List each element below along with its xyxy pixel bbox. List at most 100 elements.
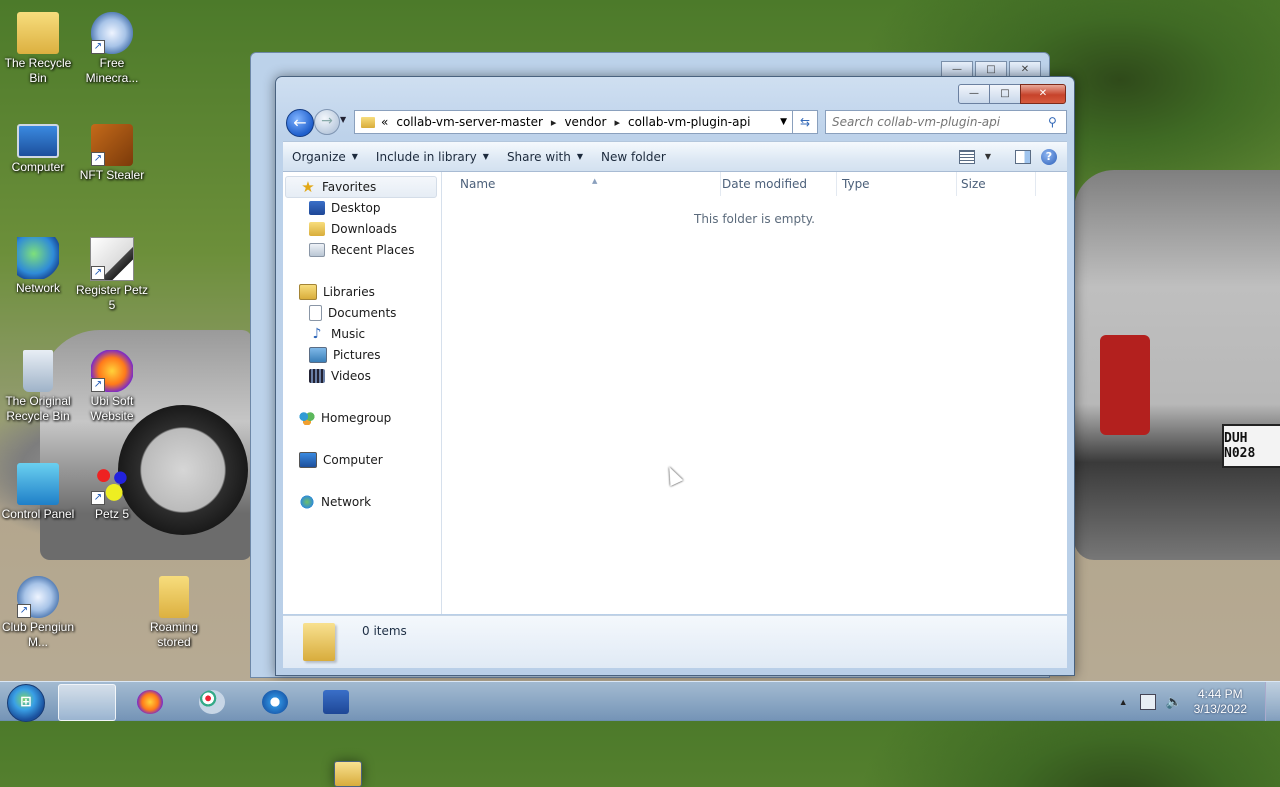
chevron-down-icon: ▼ bbox=[482, 152, 489, 161]
firefox-icon bbox=[137, 689, 163, 714]
desktop-icon bbox=[309, 201, 325, 215]
taskbar-windows-explorer[interactable] bbox=[58, 684, 362, 787]
shortcut-arrow-icon: ↗ bbox=[91, 40, 105, 54]
taskbar: ⊞ ▲ 🔈 4:44 PM 3/13/2022 bbox=[0, 681, 1280, 787]
star-icon: ★ bbox=[301, 178, 315, 196]
gear-shortcut-icon: ↗ bbox=[91, 12, 133, 54]
include-in-library-button[interactable]: Include in library ▼ bbox=[367, 142, 498, 171]
nav-item-homegroup[interactable]: Homegroup bbox=[299, 408, 391, 428]
column-header-label: Size bbox=[961, 177, 986, 191]
address-dropdown-icon[interactable]: ▼ bbox=[780, 117, 787, 127]
taskbar-paint[interactable] bbox=[184, 684, 240, 719]
desktop-icon-original-recycle-bin[interactable]: The Original Recycle Bin bbox=[0, 350, 76, 424]
desktop-icon-register-petz[interactable]: ↗ Register Petz 5 bbox=[74, 237, 150, 313]
show-desktop-button[interactable] bbox=[1265, 682, 1280, 721]
desktop-icon-free-minecraft[interactable]: ↗ Free Minecra... bbox=[74, 12, 150, 86]
show-hidden-icons-icon[interactable]: ▲ bbox=[1119, 697, 1128, 707]
search-box[interactable]: ⚲ bbox=[825, 110, 1067, 134]
arrow-right-icon: → bbox=[321, 113, 333, 129]
network-icon bbox=[17, 237, 59, 279]
explorer-window[interactable]: — □ ✕ ← → ▼ « collab-vm-server-master ▸ … bbox=[275, 76, 1075, 676]
change-view-icon[interactable] bbox=[958, 149, 975, 164]
start-button[interactable]: ⊞ bbox=[7, 684, 45, 722]
desktop-icon-computer[interactable]: Computer bbox=[0, 124, 76, 175]
desktop-icon-label: Computer bbox=[11, 160, 65, 174]
file-list[interactable]: ▲ Name Date modified Type Size This folde… bbox=[442, 172, 1067, 614]
wallpaper-license-plate: DUH N028 bbox=[1222, 424, 1280, 468]
folder-icon bbox=[361, 116, 375, 128]
new-folder-button[interactable]: New folder bbox=[592, 142, 675, 171]
nav-item-music[interactable]: ♪ Music bbox=[309, 324, 366, 344]
taskbar-internet-explorer[interactable] bbox=[247, 684, 303, 719]
desktop-icon-the-recycle-bin[interactable]: The Recycle Bin bbox=[0, 12, 76, 86]
folder-icon bbox=[303, 623, 335, 661]
refresh-button[interactable]: ⇆ bbox=[792, 110, 818, 134]
clock[interactable]: 4:44 PM 3/13/2022 bbox=[1194, 687, 1247, 717]
column-header-date-modified[interactable]: Date modified bbox=[716, 172, 837, 196]
chevron-right-icon[interactable]: ▸ bbox=[614, 116, 620, 129]
desktop-icon-network[interactable]: Network bbox=[0, 237, 76, 296]
breadcrumb-collab-vm-server-master[interactable]: collab-vm-server-master bbox=[396, 115, 543, 129]
view-dropdown-icon[interactable]: ▼ bbox=[985, 152, 991, 161]
desktop-icon-label: Petz 5 bbox=[94, 507, 130, 521]
nav-item-downloads[interactable]: Downloads bbox=[309, 219, 397, 239]
taskbar-firefox[interactable] bbox=[122, 684, 178, 719]
column-header-type[interactable]: Type bbox=[836, 172, 957, 196]
share-with-button[interactable]: Share with ▼ bbox=[498, 142, 592, 171]
breadcrumb-collab-vm-plugin-api[interactable]: collab-vm-plugin-api bbox=[628, 115, 750, 129]
back-button[interactable]: ← bbox=[286, 109, 314, 137]
nav-item-favorites[interactable]: ★ Favorites bbox=[285, 176, 437, 198]
column-header-name[interactable]: ▲ Name bbox=[454, 172, 721, 196]
nav-item-computer[interactable]: Computer bbox=[299, 450, 383, 470]
recent-places-icon bbox=[309, 243, 325, 257]
window-caption-buttons: — □ ✕ bbox=[958, 84, 1066, 104]
maximize-button[interactable]: □ bbox=[989, 84, 1021, 104]
nft-stealer-icon: ↗ bbox=[91, 124, 133, 166]
organize-button[interactable]: Organize ▼ bbox=[283, 142, 367, 171]
nav-item-videos[interactable]: Videos bbox=[309, 366, 371, 386]
column-header-label: Date modified bbox=[722, 177, 808, 191]
nav-item-label: Computer bbox=[323, 453, 383, 467]
nav-item-label: Network bbox=[321, 495, 372, 509]
recent-pages-dropdown[interactable]: ▼ bbox=[340, 115, 346, 124]
forward-button[interactable]: → bbox=[314, 109, 340, 135]
desktop-icon-petz-5[interactable]: ↗ Petz 5 bbox=[74, 463, 150, 522]
close-button[interactable]: ✕ bbox=[1020, 84, 1066, 104]
network-icon bbox=[299, 495, 315, 509]
desktop-icon-label: Register Petz 5 bbox=[75, 283, 149, 312]
desktop-icon-control-panel[interactable]: Control Panel bbox=[0, 463, 76, 522]
desktop-icon-roaming-stored[interactable]: Roaming stored bbox=[136, 576, 212, 650]
preview-pane-icon[interactable] bbox=[1015, 149, 1031, 164]
desktop-icon-label: Network bbox=[15, 281, 60, 295]
minimize-button[interactable]: — bbox=[958, 84, 990, 104]
internet-explorer-icon bbox=[262, 689, 288, 714]
column-header-size[interactable]: Size bbox=[955, 172, 1036, 196]
nav-item-libraries[interactable]: Libraries bbox=[299, 282, 375, 302]
search-icon[interactable]: ⚲ bbox=[1048, 115, 1057, 129]
nav-item-pictures[interactable]: Pictures bbox=[309, 345, 381, 365]
command-bar-right: ▼ ? bbox=[958, 148, 1057, 165]
search-input[interactable] bbox=[826, 114, 1046, 130]
desktop-icon-ubi-soft-website[interactable]: ↗ Ubi Soft Website bbox=[74, 350, 150, 424]
chevron-right-icon[interactable]: ▸ bbox=[551, 116, 557, 129]
speaker-icon[interactable]: 🔈 bbox=[1166, 694, 1182, 709]
gear-shortcut-icon: ↗ bbox=[17, 576, 59, 618]
nav-item-desktop[interactable]: Desktop bbox=[309, 198, 381, 218]
address-overflow-chevron[interactable]: « bbox=[381, 115, 388, 129]
nav-item-recent-places[interactable]: Recent Places bbox=[309, 240, 414, 260]
column-header-label: Name bbox=[460, 177, 496, 191]
register-petz-icon: ↗ bbox=[90, 237, 134, 281]
windows-explorer-icon bbox=[334, 761, 362, 787]
desktop-icon-club-penguin[interactable]: ↗ Club Pengiun M... bbox=[0, 576, 76, 650]
nav-item-documents[interactable]: Documents bbox=[309, 303, 396, 323]
desktop-icon-label: Free Minecra... bbox=[85, 56, 139, 85]
help-icon[interactable]: ? bbox=[1041, 148, 1057, 165]
desktop-icon-nft-stealer[interactable]: ↗ NFT Stealer bbox=[74, 124, 150, 183]
address-bar[interactable]: « collab-vm-server-master ▸ vendor ▸ col… bbox=[354, 110, 794, 134]
breadcrumb-vendor[interactable]: vendor bbox=[564, 115, 606, 129]
nav-item-label: Libraries bbox=[323, 285, 375, 299]
nav-item-network[interactable]: Network bbox=[299, 492, 371, 512]
network-tray-icon[interactable] bbox=[1139, 693, 1156, 710]
taskbar-vm-app[interactable] bbox=[308, 684, 364, 719]
pictures-icon bbox=[309, 347, 327, 363]
